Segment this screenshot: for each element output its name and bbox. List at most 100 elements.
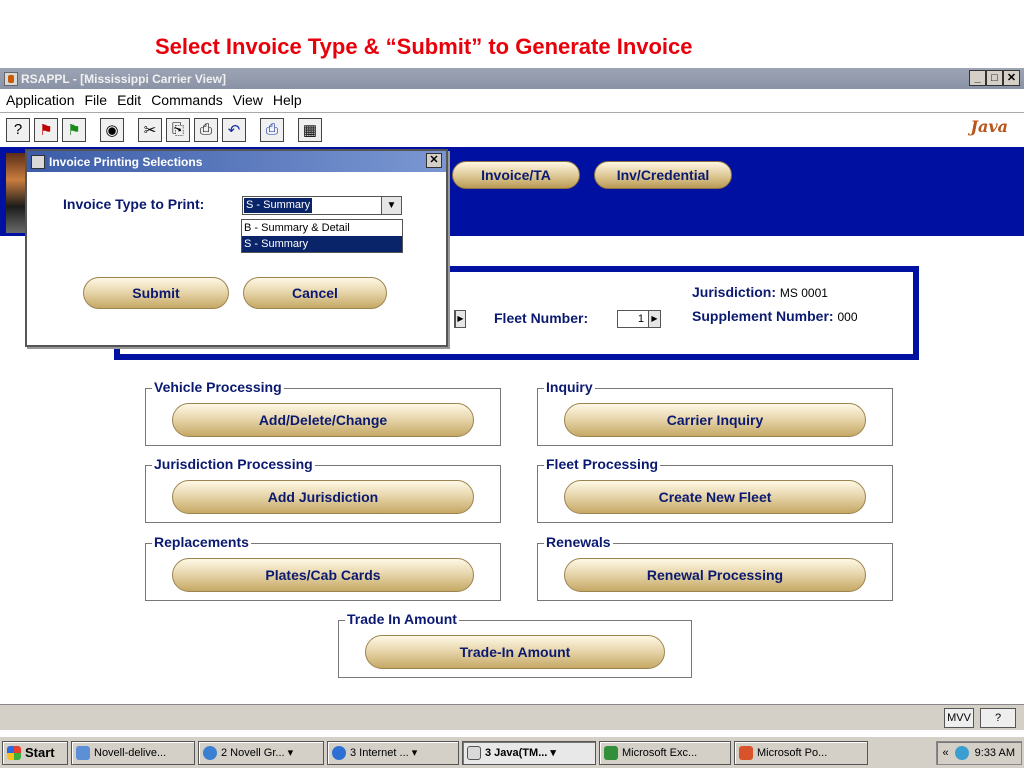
supplement-number-label: Supplement Number: 000 (692, 308, 858, 324)
task-label: 2 Novell Gr... ▾ (221, 747, 294, 759)
task-novell-delivery[interactable]: Novell-delive... (71, 740, 195, 765)
jurisdiction-value: MS 0001 (779, 286, 828, 300)
slide-headline: Select Invoice Type & “Submit” to Genera… (155, 34, 693, 59)
view-icon[interactable]: ◉ (100, 117, 124, 142)
window-controls: _ □ ✕ (969, 70, 1020, 86)
task-label: Microsoft Po... (757, 746, 828, 759)
windows-logo-icon (7, 745, 21, 760)
invoice-type-selected: S - Summary (244, 198, 313, 213)
vehicle-processing-group: Vehicle Processing Add/Delete/Change (145, 379, 501, 446)
powerpoint-icon (739, 745, 753, 760)
invoice-type-label: Invoice Type to Print: (63, 196, 205, 212)
java-app-icon (4, 71, 18, 86)
groupwise-icon (203, 745, 217, 760)
group-title: Vehicle Processing (152, 379, 284, 395)
trade-in-amount-button[interactable]: Trade-In Amount (365, 635, 665, 669)
task-microsoft-powerpoint[interactable]: Microsoft Po... (734, 740, 868, 765)
java-app-icon (31, 154, 45, 169)
window-title: RSAPPL - [Mississippi Carrier View] (21, 71, 226, 86)
inquiry-group: Inquiry Carrier Inquiry (537, 379, 893, 446)
menu-file[interactable]: File (85, 92, 108, 108)
menu-commands[interactable]: Commands (151, 92, 223, 108)
inv-credential-button[interactable]: Inv/Credential (594, 161, 732, 189)
cancel-button[interactable]: Cancel (243, 277, 387, 309)
menu-bar: Application File Edit Commands View Help (0, 89, 1024, 111)
option-summary-detail[interactable]: B - Summary & Detail (242, 220, 402, 236)
flag-red-icon[interactable]: ⚑ (34, 117, 58, 142)
invoice-type-select[interactable]: S - Summary ▼ (242, 196, 402, 215)
jurisdiction-label-text: Jurisdiction: (692, 284, 777, 300)
mvv-button[interactable]: MVV (944, 708, 974, 728)
maximize-button[interactable]: □ (986, 70, 1003, 86)
help-button[interactable]: ? (980, 708, 1016, 728)
undo-icon[interactable]: ↶ (222, 117, 246, 142)
paste-icon[interactable]: ⎙ (194, 117, 218, 142)
tray-expand-icon[interactable]: « (943, 747, 949, 759)
dropdown-arrow-icon[interactable]: ▼ (381, 197, 401, 214)
novell-icon (76, 745, 90, 760)
menu-application[interactable]: Application (6, 92, 75, 108)
add-jurisdiction-button[interactable]: Add Jurisdiction (172, 480, 474, 514)
jurisdiction-label: Jurisdiction: MS 0001 (692, 284, 828, 300)
internet-explorer-icon (332, 745, 346, 760)
calculator-icon[interactable]: ▦ (298, 117, 322, 142)
trade-in-amount-group: Trade In Amount Trade-In Amount (338, 611, 692, 678)
option-summary[interactable]: S - Summary (242, 236, 402, 252)
task-java[interactable]: 3 Java(TM... ▾ (462, 740, 596, 765)
submit-button[interactable]: Submit (83, 277, 229, 309)
dialog-close-button[interactable]: ✕ (426, 153, 442, 168)
java-icon (467, 745, 481, 760)
plates-cab-cards-button[interactable]: Plates/Cab Cards (172, 558, 474, 592)
clock: 9:33 AM (974, 746, 1015, 759)
supplement-number-value: 000 (837, 310, 858, 324)
menu-edit[interactable]: Edit (117, 92, 141, 108)
window-titlebar: RSAPPL - [Mississippi Carrier View] _ □ … (0, 68, 1024, 89)
group-title: Inquiry (544, 379, 595, 395)
renewal-processing-button[interactable]: Renewal Processing (564, 558, 866, 592)
spinner-arrow-icon: ▶ (648, 311, 660, 327)
task-label: Microsoft Exc... (622, 746, 698, 759)
menu-help[interactable]: Help (273, 92, 302, 108)
print-icon[interactable]: ⎙ (260, 117, 284, 142)
taskbar: Start Novell-delive... 2 Novell Gr... ▾ … (0, 736, 1024, 768)
partial-spinner[interactable]: ▶ (454, 310, 466, 328)
excel-icon (604, 745, 618, 760)
help-icon[interactable]: ? (6, 117, 30, 142)
system-tray: « 9:33 AM (935, 740, 1022, 765)
group-title: Replacements (152, 534, 251, 550)
fleet-processing-group: Fleet Processing Create New Fleet (537, 456, 893, 523)
supplement-label-text: Supplement Number: (692, 308, 834, 324)
flag-green-icon[interactable]: ⚑ (62, 117, 86, 142)
start-button[interactable]: Start (2, 740, 68, 765)
invoice-ta-button[interactable]: Invoice/TA (452, 161, 580, 189)
add-delete-change-button[interactable]: Add/Delete/Change (172, 403, 474, 437)
minimize-button[interactable]: _ (969, 70, 986, 86)
jurisdiction-processing-group: Jurisdiction Processing Add Jurisdiction (145, 456, 501, 523)
toolbar: ? ⚑ ⚑ ◉ ✂ ⎘ ⎙ ↶ ⎙ ▦ Java (0, 112, 1024, 146)
network-icon[interactable] (954, 745, 969, 760)
task-label: Novell-delive... (94, 746, 167, 759)
fleet-number-spinner[interactable]: 1 ▶ (617, 310, 661, 328)
group-title: Trade In Amount (345, 611, 459, 627)
fleet-number-label: Fleet Number: (494, 310, 589, 326)
carrier-inquiry-button[interactable]: Carrier Inquiry (564, 403, 866, 437)
group-title: Renewals (544, 534, 613, 550)
group-title: Fleet Processing (544, 456, 661, 472)
start-label: Start (25, 745, 55, 760)
dialog-titlebar: Invoice Printing Selections ✕ (27, 151, 446, 172)
dialog-title: Invoice Printing Selections (49, 154, 203, 169)
menu-view[interactable]: View (233, 92, 263, 108)
task-microsoft-excel[interactable]: Microsoft Exc... (599, 740, 731, 765)
java-logo: Java (970, 117, 1008, 136)
close-button[interactable]: ✕ (1003, 70, 1020, 86)
task-novell-groupwise[interactable]: 2 Novell Gr... ▾ (198, 740, 324, 765)
cut-icon[interactable]: ✂ (138, 117, 162, 142)
copy-icon[interactable]: ⎘ (166, 117, 190, 142)
task-label: 3 Internet ... ▾ (350, 747, 418, 759)
fleet-number-value: 1 (637, 313, 644, 325)
task-internet-explorer[interactable]: 3 Internet ... ▾ (327, 740, 459, 765)
replacements-group: Replacements Plates/Cab Cards (145, 534, 501, 601)
group-title: Jurisdiction Processing (152, 456, 315, 472)
create-new-fleet-button[interactable]: Create New Fleet (564, 480, 866, 514)
status-bar: MVV ? (0, 704, 1024, 730)
